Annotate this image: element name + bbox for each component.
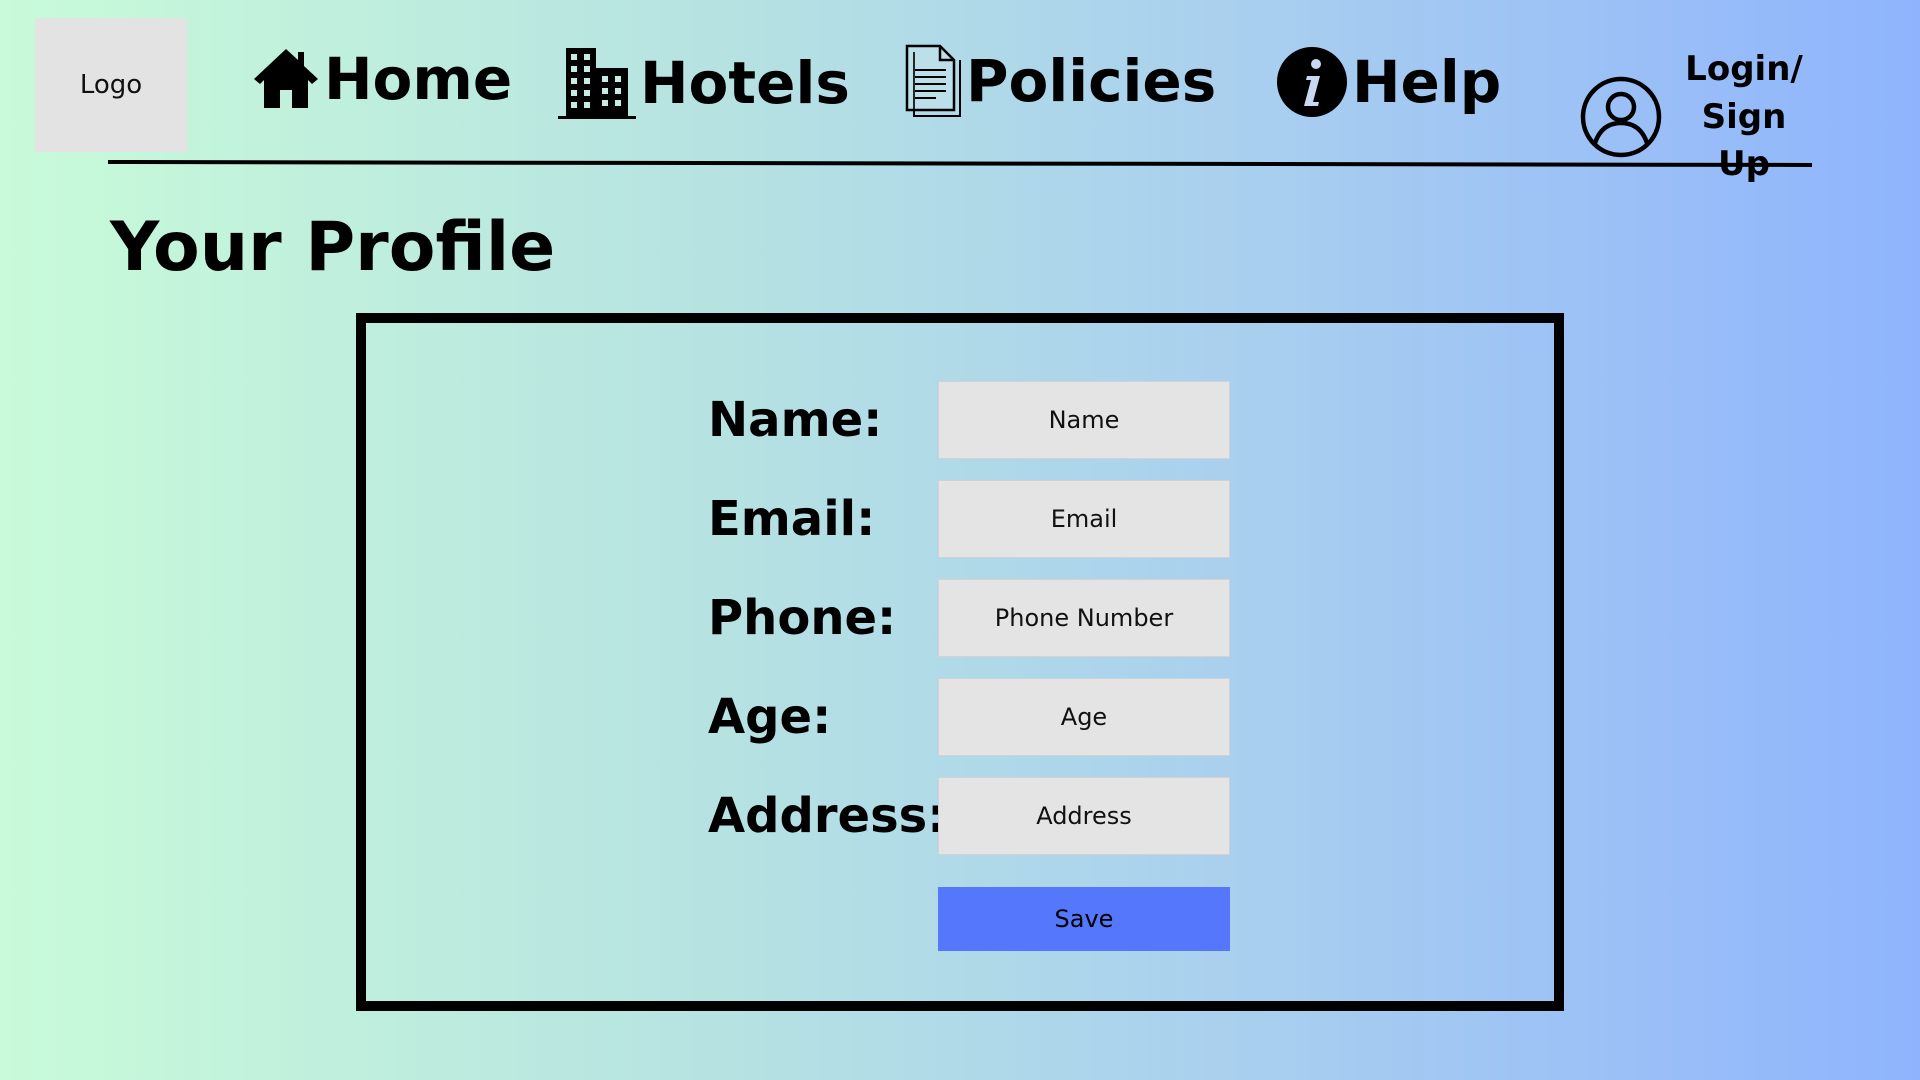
form-row-name: Name: (366, 381, 1554, 459)
nav-help-label: Help (1352, 48, 1502, 116)
form-row-address: Address: (366, 777, 1554, 855)
page-title: Your Profile (110, 208, 556, 287)
nav-hotels-link[interactable]: Hotels (558, 46, 850, 120)
phone-input[interactable] (938, 579, 1230, 657)
profile-form-card: Name: Email: Phone: Age: Address: Save (356, 313, 1564, 1011)
email-input[interactable] (938, 480, 1230, 558)
name-label: Name: (708, 392, 883, 448)
phone-label: Phone: (708, 590, 897, 646)
form-row-email: Email: (366, 480, 1554, 558)
nav-policies-label: Policies (966, 47, 1217, 115)
document-icon (904, 44, 962, 118)
nav-policies-link[interactable]: Policies (904, 44, 1216, 118)
user-icon (1580, 76, 1662, 158)
nav-hotels-label: Hotels (640, 49, 850, 117)
building-icon (558, 46, 636, 120)
address-label: Address: (708, 788, 947, 844)
address-input[interactable] (938, 777, 1230, 855)
logo[interactable]: Logo (35, 18, 187, 152)
login-signup-label: Login/ Sign Up (1674, 46, 1814, 189)
nav-home-label: Home (324, 45, 513, 113)
age-label: Age: (708, 689, 832, 745)
form-row-phone: Phone: (366, 579, 1554, 657)
login-label-line2: Sign Up (1701, 96, 1787, 185)
save-button[interactable]: Save (938, 887, 1230, 951)
home-icon (252, 46, 320, 112)
age-input[interactable] (938, 678, 1230, 756)
info-icon (1276, 46, 1348, 118)
nav-home-link[interactable]: Home (252, 46, 512, 112)
login-label-line1: Login/ (1685, 49, 1803, 89)
email-label: Email: (708, 491, 876, 547)
nav-help-link[interactable]: Help (1276, 46, 1501, 118)
name-input[interactable] (938, 381, 1230, 459)
logo-label: Logo (79, 70, 143, 100)
header-divider (107, 160, 1813, 167)
login-signup-button[interactable]: Login/ Sign Up (1580, 46, 1814, 189)
form-row-age: Age: (366, 678, 1554, 756)
